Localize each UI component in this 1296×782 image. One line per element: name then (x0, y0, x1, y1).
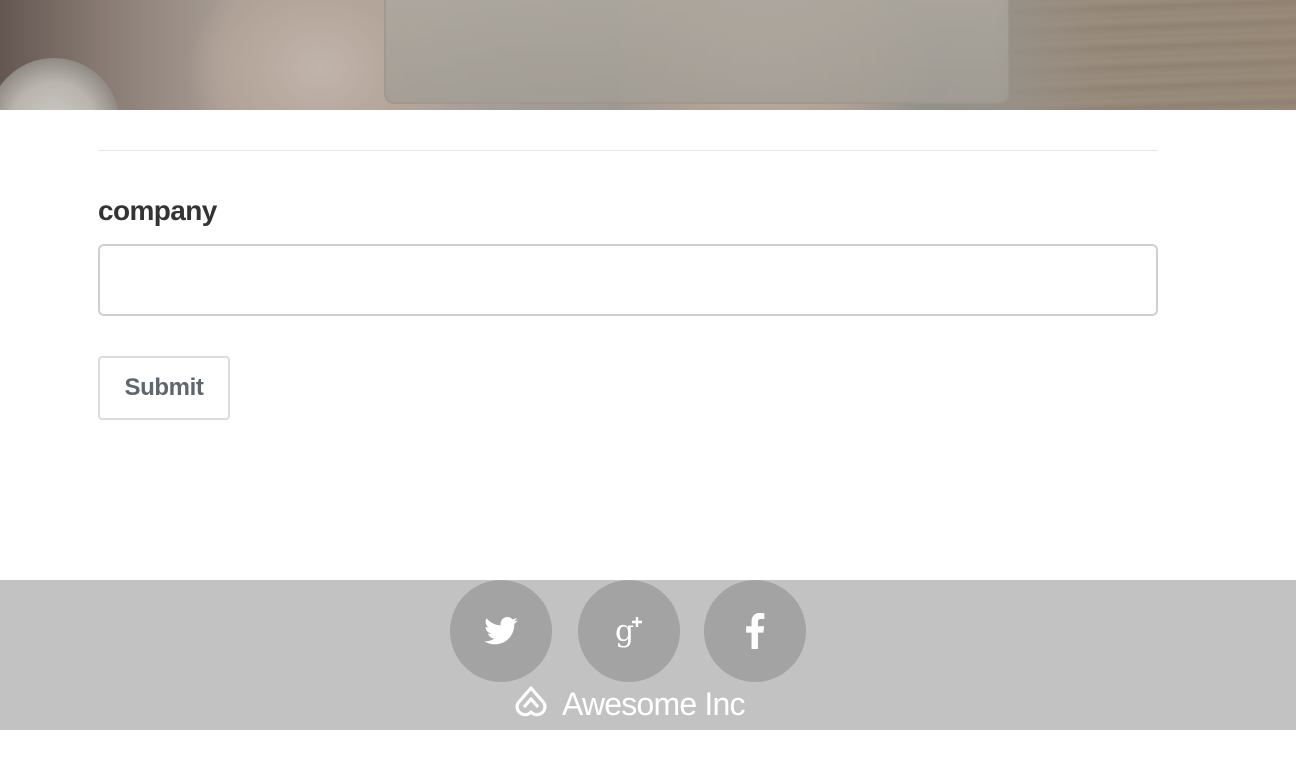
section-divider (98, 150, 1158, 151)
google-plus-button[interactable]: g (578, 580, 680, 682)
hero-banner (0, 0, 1296, 110)
svg-text:g: g (615, 614, 634, 649)
company-field-label: company (98, 195, 217, 226)
twitter-icon (484, 617, 518, 645)
submit-button[interactable]: Submit (98, 356, 230, 420)
brand-name: Awesome Inc (562, 685, 746, 722)
twitter-button[interactable] (450, 580, 552, 682)
hero-overlay (0, 0, 1296, 110)
company-input[interactable] (98, 244, 1158, 316)
facebook-icon (745, 613, 765, 649)
logo-icon (512, 685, 550, 724)
facebook-button[interactable] (704, 580, 806, 682)
footer-brand: Awesome Inc (512, 684, 746, 724)
footer: g Awesome Inc (0, 580, 1296, 730)
google-plus-icon: g (609, 611, 649, 651)
